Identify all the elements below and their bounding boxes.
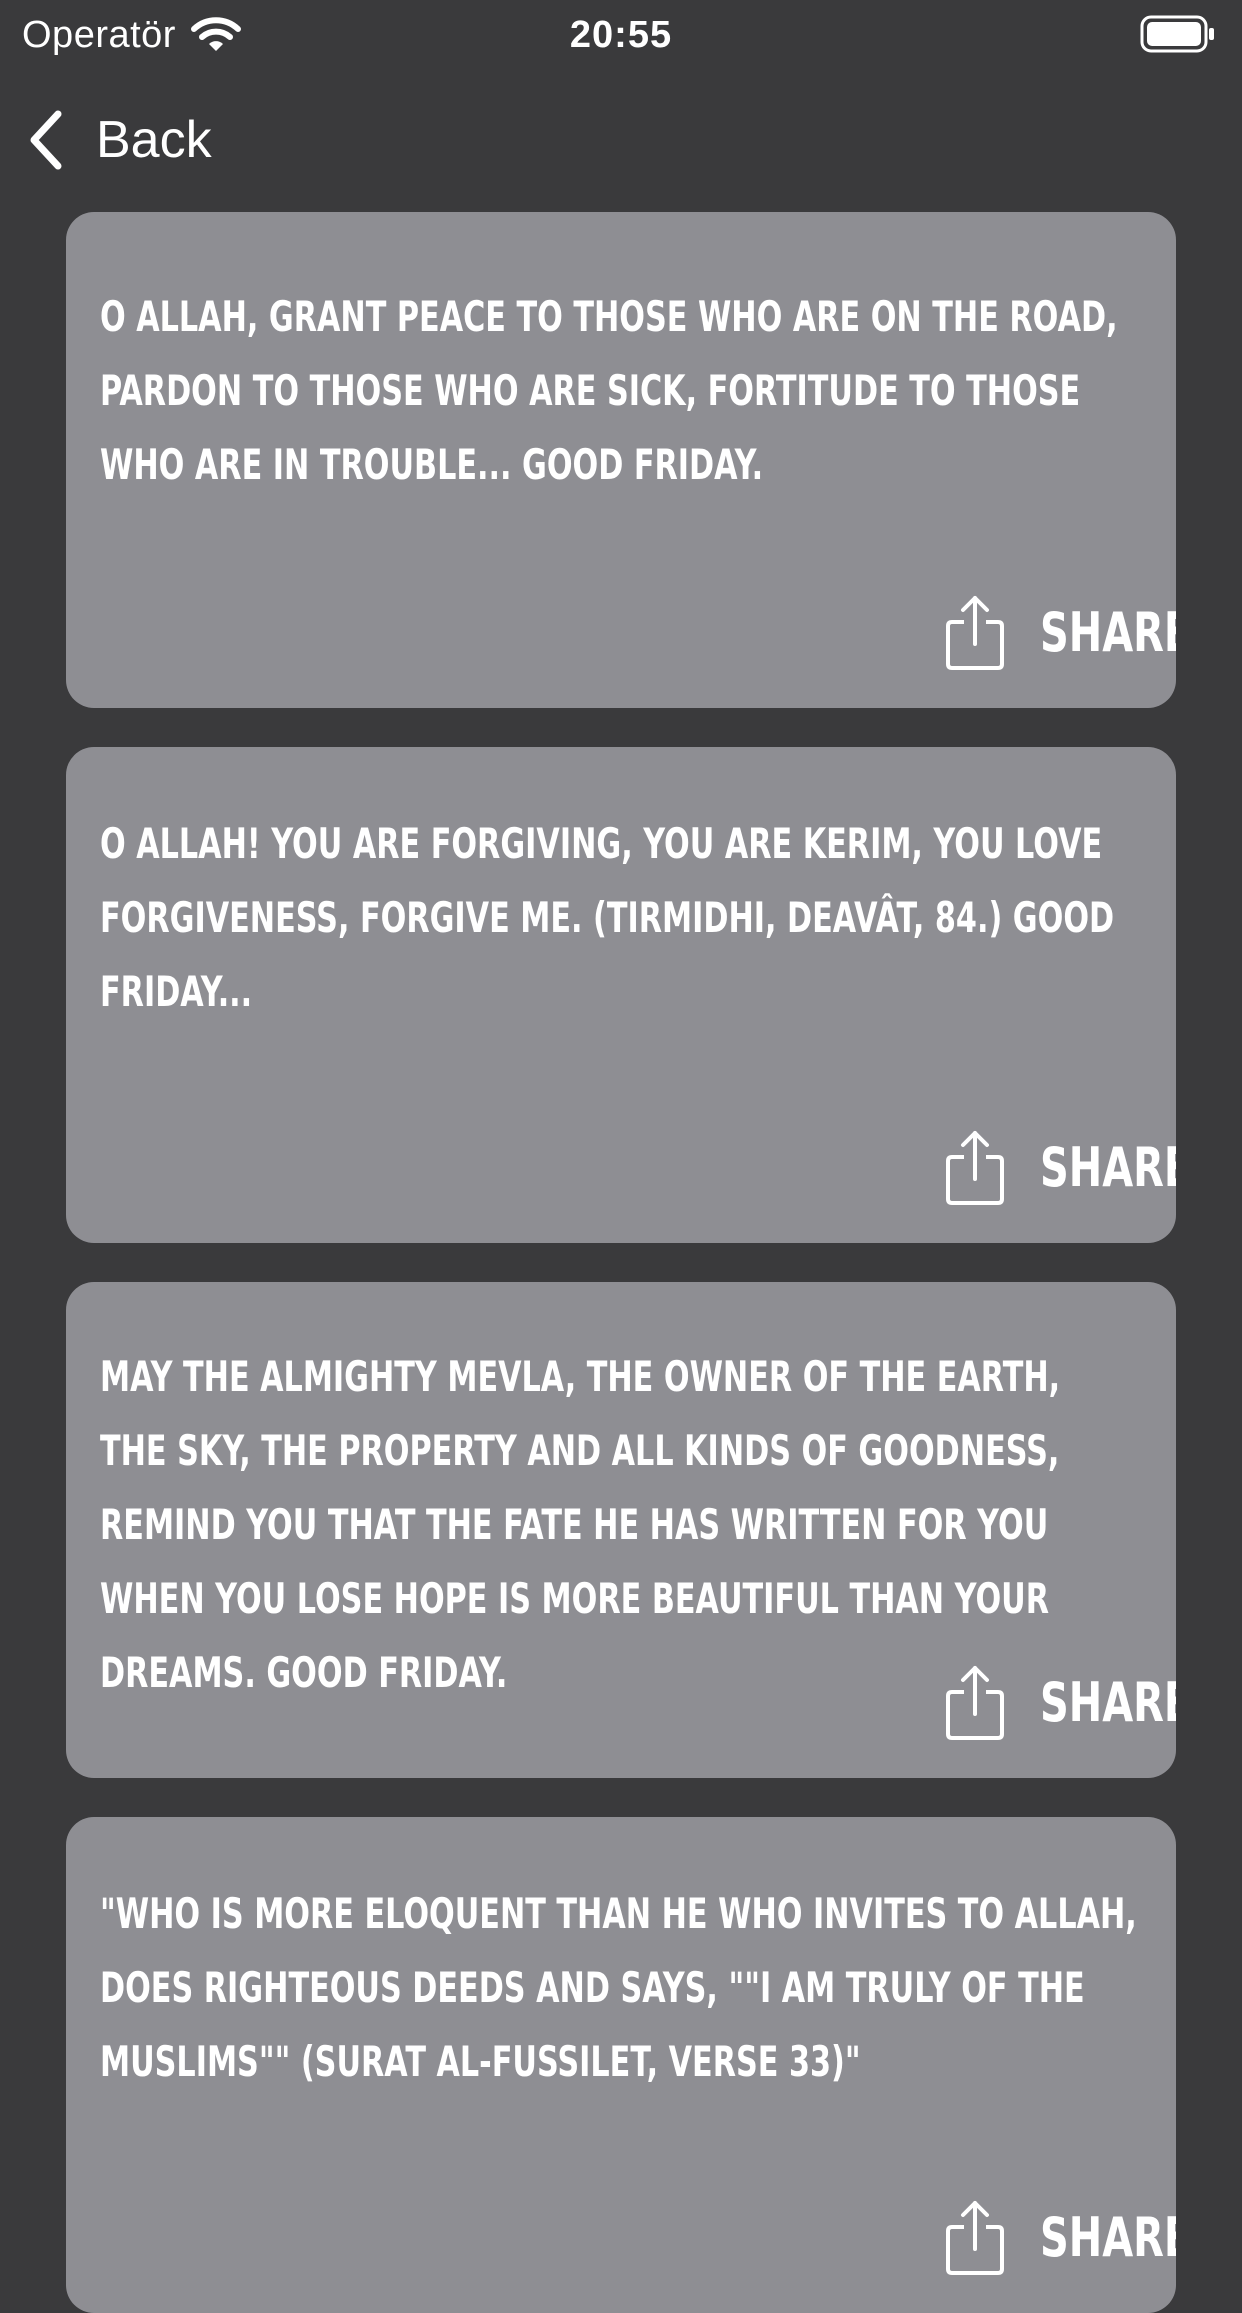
share-icon	[946, 596, 1004, 670]
share-label: SHARE	[1040, 1135, 1176, 1199]
navigation-bar: Back	[0, 92, 1242, 188]
message-text: MAY THE ALMIGHTY MEVLA, THE OWNER OF THE…	[100, 1352, 1061, 1697]
message-text: "WHO IS MORE ELOQUENT THAN HE WHO INVITE…	[100, 1889, 1137, 2086]
share-icon	[946, 2201, 1004, 2275]
message-card: MAY THE ALMIGHTY MEVLA, THE OWNER OF THE…	[66, 1282, 1176, 1778]
share-label: SHARE	[1040, 1670, 1176, 1734]
share-label: SHARE	[1040, 600, 1176, 664]
status-time: 20:55	[569, 14, 673, 56]
share-button[interactable]: SHARE	[944, 2197, 1176, 2277]
message-text: O ALLAH! YOU ARE FORGIVING, YOU ARE KERI…	[100, 819, 1115, 1016]
back-label: Back	[96, 111, 212, 169]
message-card: O ALLAH, GRANT PEACE TO THOSE WHO ARE ON…	[66, 212, 1176, 708]
share-icon	[946, 1666, 1004, 1740]
share-label: SHARE	[1040, 2205, 1176, 2269]
status-bar: Operatör 20:55	[0, 0, 1242, 70]
share-icon	[946, 1131, 1004, 1205]
share-button[interactable]: SHARE	[944, 1662, 1176, 1742]
message-card: O ALLAH! YOU ARE FORGIVING, YOU ARE KERI…	[66, 747, 1176, 1243]
battery-icon	[1140, 15, 1214, 53]
message-text: O ALLAH, GRANT PEACE TO THOSE WHO ARE ON…	[100, 292, 1118, 489]
chevron-left-icon	[30, 110, 62, 170]
share-button[interactable]: SHARE	[944, 592, 1176, 672]
message-card: "WHO IS MORE ELOQUENT THAN HE WHO INVITE…	[66, 1817, 1176, 2313]
back-button[interactable]: Back	[24, 104, 212, 176]
share-button[interactable]: SHARE	[944, 1127, 1176, 1207]
